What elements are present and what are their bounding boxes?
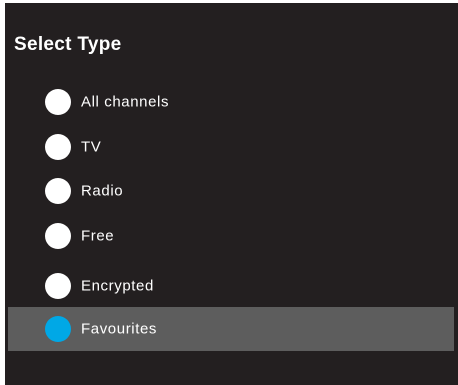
- option-all-channels[interactable]: All channels: [8, 83, 454, 121]
- select-type-dialog: Select Type All channels TV Radio Free E…: [5, 3, 458, 385]
- radio-button-icon[interactable]: [45, 134, 71, 160]
- radio-button-icon[interactable]: [45, 273, 71, 299]
- option-tv[interactable]: TV: [8, 128, 454, 166]
- radio-button-icon[interactable]: [45, 89, 71, 115]
- option-radio[interactable]: Radio: [8, 172, 454, 210]
- option-label: TV: [81, 138, 102, 156]
- option-label: All channels: [81, 93, 170, 111]
- option-encrypted[interactable]: Encrypted: [8, 267, 454, 305]
- option-label: Free: [81, 227, 115, 245]
- option-label: Radio: [81, 182, 124, 200]
- radio-button-icon[interactable]: [45, 178, 71, 204]
- option-label: Encrypted: [81, 277, 154, 295]
- option-favourites[interactable]: Favourites: [8, 307, 454, 351]
- option-label: Favourites: [81, 320, 158, 338]
- option-free[interactable]: Free: [8, 217, 454, 255]
- radio-button-icon[interactable]: [45, 223, 71, 249]
- radio-button-selected-icon[interactable]: [45, 316, 71, 342]
- dialog-title: Select Type: [14, 34, 122, 55]
